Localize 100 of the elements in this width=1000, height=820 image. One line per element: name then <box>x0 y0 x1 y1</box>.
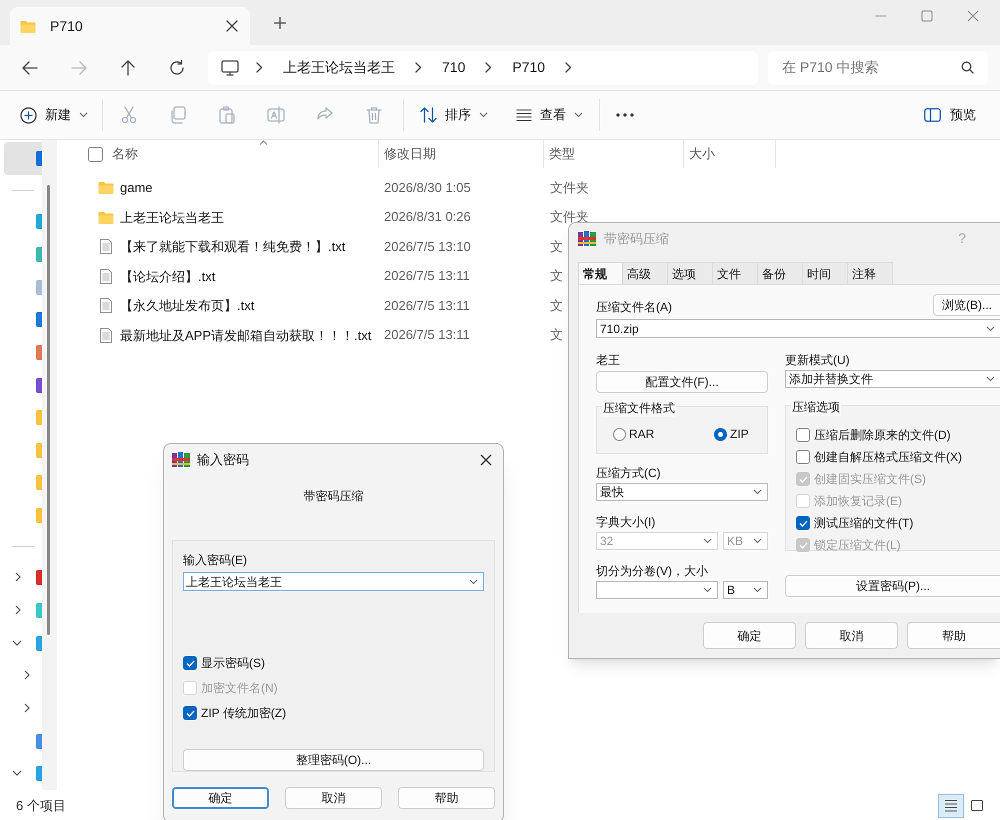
chevron-right-icon[interactable] <box>24 702 30 713</box>
file-name[interactable]: 【论坛介绍】.txt <box>120 266 216 286</box>
plus-icon[interactable] <box>274 16 286 28</box>
up-icon[interactable] <box>119 58 137 76</box>
tab[interactable]: 高级 <box>623 262 668 284</box>
copy-icon[interactable] <box>169 106 187 124</box>
dialog-button[interactable]: 帮助 <box>398 787 495 809</box>
breadcrumb[interactable]: P710 <box>509 57 548 78</box>
caret-icon <box>753 489 762 495</box>
breadcrumb[interactable]: 上老王论坛当老王 <box>280 57 398 78</box>
date-cell: 2026/8/31 0:26 <box>384 209 471 224</box>
dialog-button[interactable]: 取消 <box>805 622 898 649</box>
column-header[interactable]: 名称 <box>112 144 138 164</box>
new-button[interactable]: 新建 <box>18 99 90 131</box>
view-button[interactable]: 查看 <box>514 99 585 131</box>
checkbox-label: 创建固实压缩文件(S) <box>814 471 926 488</box>
preview-pane-icon <box>924 108 941 122</box>
checkbox[interactable] <box>88 146 103 162</box>
sort-button[interactable]: 排序 <box>418 99 490 131</box>
chevron-down-icon[interactable] <box>12 640 22 646</box>
checkbox[interactable] <box>796 428 810 442</box>
password-field[interactable]: 上老王论坛当老王 <box>183 572 484 591</box>
group-label: 压缩选项 <box>791 398 841 416</box>
trash-icon[interactable] <box>365 106 383 124</box>
chevron-right-icon[interactable] <box>24 670 30 680</box>
monitor-icon <box>221 60 239 76</box>
search-field[interactable]: 在 P710 中搜索 <box>768 50 988 84</box>
caret-icon <box>469 578 478 584</box>
dropdown[interactable]: B <box>723 581 768 599</box>
browse-button[interactable]: 浏览(B)... <box>933 294 1000 316</box>
more-icon[interactable] <box>616 113 634 117</box>
file-name[interactable]: 【来了就能下载和观看！纯免费！】.txt <box>120 237 346 256</box>
checkbox[interactable] <box>796 450 810 464</box>
dropdown[interactable]: 最快 <box>596 483 768 501</box>
chevron-right-icon <box>565 62 572 73</box>
type-cell: 文 <box>550 268 563 284</box>
tab[interactable]: 时间 <box>803 262 848 284</box>
file-name[interactable]: 最新地址及APP请发邮箱自动获取！！！.txt <box>120 326 372 345</box>
close-icon[interactable] <box>226 20 238 32</box>
folder-icon <box>98 210 114 224</box>
tab[interactable]: 常规 <box>578 262 623 284</box>
tab[interactable]: 注释 <box>848 262 893 284</box>
address-bar[interactable]: 上老王论坛当老王 710 P710 <box>208 50 758 84</box>
date-cell: 2026/7/5 13:10 <box>384 238 471 254</box>
caret-icon <box>753 587 762 593</box>
file-name[interactable]: 上老王论坛当老王 <box>120 208 224 227</box>
window-title: 带密码压缩 <box>604 230 669 248</box>
dropdown[interactable] <box>596 581 718 599</box>
field-label: 切分为分卷(V)，大小 <box>596 563 709 580</box>
type-cell: 文 <box>550 298 563 313</box>
tab[interactable]: 选项 <box>668 262 713 284</box>
scrollbar[interactable] <box>47 185 50 635</box>
organize-button[interactable]: 整理密码(O)... <box>183 749 484 771</box>
column-header[interactable]: 类型 <box>549 144 575 164</box>
tab[interactable]: 备份 <box>758 262 803 284</box>
maximize-icon[interactable] <box>921 10 933 22</box>
column-header[interactable]: 大小 <box>689 144 715 164</box>
rename-icon[interactable] <box>267 106 285 124</box>
preview-button[interactable]: 预览 <box>922 99 978 131</box>
tab[interactable]: P710 <box>10 7 250 45</box>
view-toggle[interactable] <box>938 794 964 818</box>
close-icon[interactable] <box>480 454 492 466</box>
chevron-right-icon <box>415 62 422 73</box>
paste-icon[interactable] <box>218 106 236 124</box>
checkbox[interactable] <box>796 516 810 530</box>
tab[interactable]: 文件 <box>713 262 758 284</box>
set-password-button[interactable]: 设置密码(P)... <box>785 575 1000 597</box>
checkbox-label: 压缩后删除原来的文件(D) <box>814 427 951 444</box>
scissors-icon[interactable] <box>120 106 138 124</box>
dropdown[interactable]: 710.zip <box>596 319 1000 338</box>
books-icon <box>172 452 190 468</box>
folder-icon <box>20 20 36 32</box>
dropdown[interactable]: 添加并替换文件 <box>785 370 1000 388</box>
radio-button[interactable] <box>613 428 626 440</box>
file-name[interactable]: game <box>120 178 153 198</box>
checkbox[interactable] <box>183 656 197 670</box>
breadcrumb[interactable]: 710 <box>439 57 468 78</box>
sidebar-item[interactable] <box>4 142 42 175</box>
radio-button[interactable] <box>714 428 727 440</box>
back-icon[interactable] <box>21 58 39 76</box>
chevron-right-icon[interactable] <box>15 572 21 582</box>
check-icon <box>798 542 808 548</box>
refresh-icon[interactable] <box>168 58 186 76</box>
field-label: 更新模式(U) <box>785 352 851 369</box>
radio-label: RAR <box>629 426 654 443</box>
plus-circle-icon <box>20 106 37 124</box>
forward-icon[interactable] <box>70 58 88 76</box>
chevron-right-icon[interactable] <box>15 605 21 616</box>
dialog-button[interactable]: 取消 <box>285 787 382 809</box>
chevron-down-icon[interactable] <box>12 770 22 776</box>
radio-label: ZIP <box>730 426 749 443</box>
file-name[interactable]: 【永久地址发布页】.txt <box>120 296 254 316</box>
dialog-button[interactable]: 确定 <box>703 622 796 649</box>
checkbox[interactable] <box>183 706 197 720</box>
profile-button[interactable]: 配置文件(F)... <box>596 371 768 393</box>
dialog-button[interactable]: 确定 <box>172 787 269 809</box>
column-header[interactable]: 修改日期 <box>384 144 436 164</box>
checkbox-label: ZIP 传统加密(Z) <box>201 705 286 722</box>
caret-icon <box>753 538 762 544</box>
dialog-button[interactable]: 帮助 <box>907 622 1000 649</box>
